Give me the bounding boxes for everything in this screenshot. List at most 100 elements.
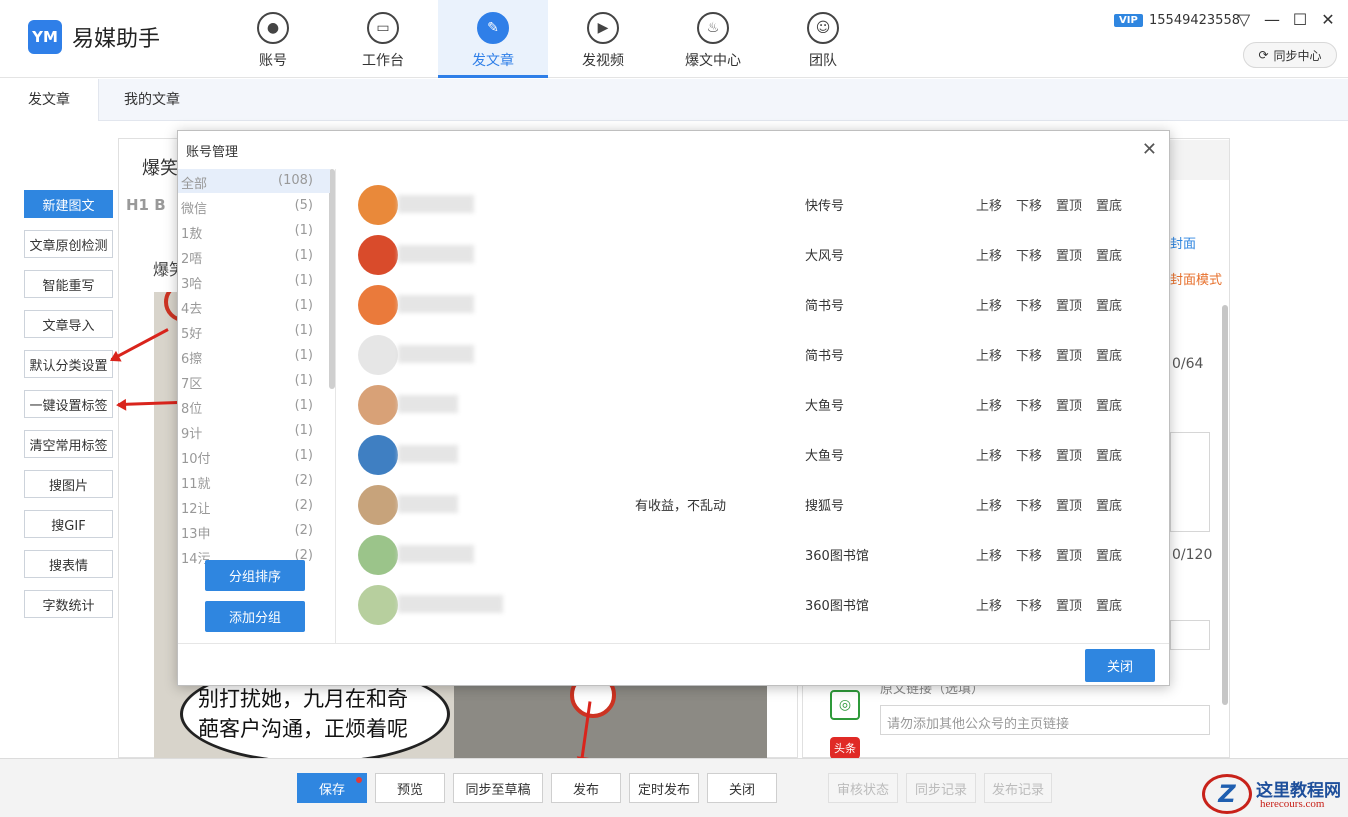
- group-item[interactable]: 11就 (2): [178, 469, 330, 493]
- move-down-link[interactable]: 下移: [1016, 545, 1042, 564]
- summary-textarea[interactable]: [1170, 432, 1210, 532]
- pin-bottom-link[interactable]: 置底: [1096, 395, 1122, 414]
- group-item[interactable]: 5好 (1): [178, 319, 330, 343]
- dialog-close-button[interactable]: 关闭: [1085, 649, 1155, 682]
- minimize-icon[interactable]: —: [1262, 10, 1282, 29]
- pin-top-link[interactable]: 置顶: [1056, 345, 1082, 364]
- timed-publish-button[interactable]: 定时发布: [629, 773, 699, 803]
- add-group-button[interactable]: 添加分组: [205, 601, 305, 632]
- move-down-link[interactable]: 下移: [1016, 445, 1042, 464]
- group-item[interactable]: 6擦 (1): [178, 344, 330, 368]
- move-up-link[interactable]: 上移: [976, 595, 1002, 614]
- pin-top-link[interactable]: 置顶: [1056, 495, 1082, 514]
- tab-my-articles[interactable]: 我的文章: [96, 79, 208, 121]
- move-up-link[interactable]: 上移: [976, 195, 1002, 214]
- review-status-button[interactable]: 审核状态: [828, 773, 898, 803]
- close-button[interactable]: 关闭: [707, 773, 777, 803]
- setting-input[interactable]: [1170, 620, 1210, 650]
- move-up-link[interactable]: 上移: [976, 545, 1002, 564]
- move-up-link[interactable]: 上移: [976, 295, 1002, 314]
- group-item[interactable]: 8位 (1): [178, 394, 330, 418]
- account-row[interactable]: 大风号 上移 下移 置顶 置底: [358, 231, 1148, 277]
- pin-top-link[interactable]: 置顶: [1056, 545, 1082, 564]
- group-item[interactable]: 1敖 (1): [178, 219, 330, 243]
- nav-item-team[interactable]: ☺ 团队: [768, 0, 878, 78]
- move-down-link[interactable]: 下移: [1016, 395, 1042, 414]
- article-title[interactable]: 爆笑: [142, 154, 178, 180]
- source-link-input[interactable]: 请勿添加其他公众号的主页链接: [880, 705, 1210, 735]
- group-item[interactable]: 7区 (1): [178, 369, 330, 393]
- group-item[interactable]: 3哈 (1): [178, 269, 330, 293]
- pin-top-link[interactable]: 置顶: [1056, 595, 1082, 614]
- group-item[interactable]: 4去 (1): [178, 294, 330, 318]
- nav-item-post-article[interactable]: ✎ 发文章: [438, 0, 548, 78]
- pin-bottom-link[interactable]: 置底: [1096, 445, 1122, 464]
- pin-bottom-link[interactable]: 置底: [1096, 545, 1122, 564]
- move-down-link[interactable]: 下移: [1016, 295, 1042, 314]
- dropdown-icon[interactable]: ▽: [1234, 10, 1254, 29]
- settings-scrollbar[interactable]: [1222, 305, 1228, 705]
- move-up-link[interactable]: 上移: [976, 495, 1002, 514]
- set-tags-button[interactable]: 一键设置标签: [24, 390, 113, 418]
- import-article-button[interactable]: 文章导入: [24, 310, 113, 338]
- new-article-button[interactable]: 新建图文: [24, 190, 113, 218]
- clear-tags-button[interactable]: 清空常用标签: [24, 430, 113, 458]
- move-down-link[interactable]: 下移: [1016, 195, 1042, 214]
- pin-bottom-link[interactable]: 置底: [1096, 595, 1122, 614]
- group-item[interactable]: 10付 (1): [178, 444, 330, 468]
- smart-rewrite-button[interactable]: 智能重写: [24, 270, 113, 298]
- group-sort-button[interactable]: 分组排序: [205, 560, 305, 591]
- pin-top-link[interactable]: 置顶: [1056, 245, 1082, 264]
- group-item[interactable]: 13申 (2): [178, 519, 330, 543]
- originality-check-button[interactable]: 文章原创检测: [24, 230, 113, 258]
- group-item[interactable]: 12让 (2): [178, 494, 330, 518]
- move-up-link[interactable]: 上移: [976, 345, 1002, 364]
- pin-bottom-link[interactable]: 置底: [1096, 295, 1122, 314]
- account-row[interactable]: 简书号 上移 下移 置顶 置底: [358, 281, 1148, 327]
- move-down-link[interactable]: 下移: [1016, 495, 1042, 514]
- search-gif-button[interactable]: 搜GIF: [24, 510, 113, 538]
- pin-top-link[interactable]: 置顶: [1056, 395, 1082, 414]
- sync-center-button[interactable]: ⟳ 同步中心: [1243, 42, 1337, 68]
- account-row[interactable]: 大鱼号 上移 下移 置顶 置底: [358, 431, 1148, 477]
- publish-log-button[interactable]: 发布记录: [984, 773, 1052, 803]
- group-item[interactable]: 9计 (1): [178, 419, 330, 443]
- account-row[interactable]: 有收益，不乱动 搜狐号 上移 下移 置顶 置底: [358, 481, 1148, 527]
- move-down-link[interactable]: 下移: [1016, 245, 1042, 264]
- cover-mode-link[interactable]: 封面模式: [1170, 269, 1222, 288]
- editor-toolbar[interactable]: H1 B: [126, 196, 166, 214]
- tab-post-article[interactable]: 发文章: [0, 79, 99, 121]
- move-down-link[interactable]: 下移: [1016, 345, 1042, 364]
- close-icon[interactable]: ✕: [1318, 10, 1338, 29]
- pin-bottom-link[interactable]: 置底: [1096, 495, 1122, 514]
- sync-draft-button[interactable]: 同步至草稿: [453, 773, 543, 803]
- pin-top-link[interactable]: 置顶: [1056, 445, 1082, 464]
- account-row[interactable]: 简书号 上移 下移 置顶 置底: [358, 331, 1148, 377]
- group-item[interactable]: 微信 (5): [178, 194, 330, 218]
- word-count-button[interactable]: 字数统计: [24, 590, 113, 618]
- move-up-link[interactable]: 上移: [976, 445, 1002, 464]
- pin-bottom-link[interactable]: 置底: [1096, 195, 1122, 214]
- preview-button[interactable]: 预览: [375, 773, 445, 803]
- default-category-button[interactable]: 默认分类设置: [24, 350, 113, 378]
- pin-bottom-link[interactable]: 置底: [1096, 345, 1122, 364]
- platform-icon[interactable]: ◎: [830, 690, 860, 720]
- move-up-link[interactable]: 上移: [976, 395, 1002, 414]
- group-item[interactable]: 2唔 (1): [178, 244, 330, 268]
- nav-item-post-video[interactable]: ▶ 发视频: [548, 0, 658, 78]
- nav-item-hot-center[interactable]: ♨ 爆文中心: [658, 0, 768, 78]
- close-icon[interactable]: ✕: [1142, 139, 1157, 160]
- account-row[interactable]: 360图书馆 上移 下移 置顶 置底: [358, 531, 1148, 577]
- move-down-link[interactable]: 下移: [1016, 595, 1042, 614]
- save-button[interactable]: 保存: [297, 773, 367, 803]
- pin-bottom-link[interactable]: 置底: [1096, 245, 1122, 264]
- maximize-icon[interactable]: ☐: [1290, 10, 1310, 29]
- publish-button[interactable]: 发布: [551, 773, 621, 803]
- move-up-link[interactable]: 上移: [976, 245, 1002, 264]
- group-item[interactable]: 全部 (108): [178, 169, 330, 193]
- pin-top-link[interactable]: 置顶: [1056, 295, 1082, 314]
- pin-top-link[interactable]: 置顶: [1056, 195, 1082, 214]
- sync-log-button[interactable]: 同步记录: [906, 773, 976, 803]
- account-row[interactable]: 360图书馆 上移 下移 置顶 置底: [358, 581, 1148, 627]
- toutiao-icon[interactable]: 头条: [830, 737, 860, 759]
